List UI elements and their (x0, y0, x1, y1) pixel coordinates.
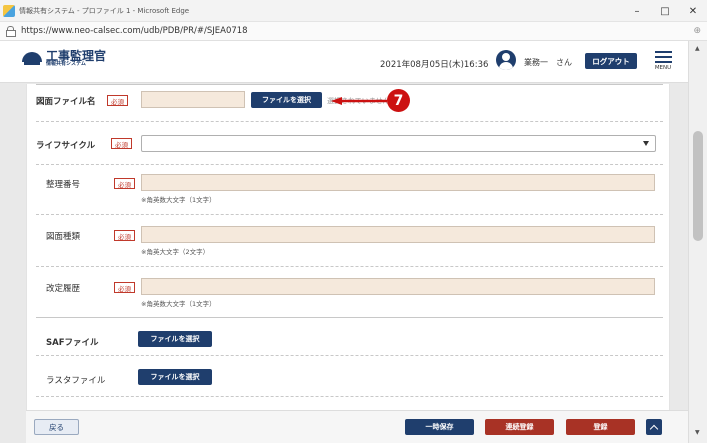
annotation-arrow-icon (331, 97, 387, 105)
lifecycle-label: ライフサイクル (36, 141, 96, 151)
drawing-type-field[interactable] (141, 226, 655, 243)
drawing-type-label: 図面種類 (46, 232, 81, 242)
back-button[interactable]: 戻る (34, 419, 79, 435)
saf-file-label: SAFファイル (46, 338, 99, 348)
drawing-file-name-field[interactable] (141, 91, 245, 108)
drawing-register-form: 図面ファイル名 必須 ファイルを選択 選択されていません ライフサイクル 必須 … (26, 84, 670, 410)
maximize-button[interactable]: □ (651, 0, 679, 22)
app-header: 工事監理官 情報共有システム 2021年08月05日(木)16:36 業務一 さ… (0, 41, 688, 83)
row-divider (36, 355, 663, 356)
close-button[interactable]: ✕ (679, 0, 707, 22)
lock-icon (6, 26, 16, 37)
raster-file-label: ラスタファイル (46, 376, 106, 386)
window-titlebar: 情報共有システム - プロファイル 1 - Microsoft Edge – □… (0, 0, 707, 22)
minimize-button[interactable]: – (623, 0, 651, 22)
drawing-file-select-button[interactable]: ファイルを選択 (251, 92, 322, 108)
scroll-thumb[interactable] (693, 131, 703, 241)
address-bar[interactable]: https://www.neo-calsec.com/udb/PDB/PR/#/… (0, 22, 707, 41)
scroll-up-icon[interactable]: ▲ (695, 45, 700, 52)
required-badge: 必須 (114, 230, 135, 241)
temp-save-button[interactable]: 一時保存 (405, 419, 474, 435)
continuous-register-button[interactable]: 連続登録 (485, 419, 554, 435)
required-badge: 必須 (107, 95, 128, 106)
ref-number-label: 整理番号 (46, 180, 81, 190)
section-divider (36, 317, 663, 318)
chevron-up-icon (649, 424, 659, 433)
chevron-down-icon (643, 141, 649, 146)
vertical-scrollbar[interactable]: ▲ ▼ (688, 41, 707, 443)
revision-label: 改定履歴 (46, 284, 81, 294)
window-title: 情報共有システム - プロファイル 1 - Microsoft Edge (19, 6, 190, 15)
logout-button[interactable]: ログアウト (585, 53, 637, 69)
url-text[interactable]: https://www.neo-calsec.com/udb/PDB/PR/#/… (21, 26, 248, 36)
form-top-border (36, 84, 663, 85)
hamburger-icon (654, 51, 672, 63)
row-divider (36, 396, 663, 397)
zoom-icon[interactable]: ⊕ (693, 26, 701, 36)
menu-button[interactable]: MENU (650, 50, 676, 76)
revision-hint: ※角英数大文字（1文字） (141, 300, 216, 308)
drawing-file-label: 図面ファイル名 (36, 97, 96, 107)
current-datetime: 2021年08月05日(木)16:36 (380, 60, 489, 70)
register-button[interactable]: 登録 (566, 419, 635, 435)
required-badge: 必須 (114, 178, 135, 189)
row-divider (36, 214, 663, 215)
annotation-number-badge: 7 (387, 89, 410, 112)
revision-field[interactable] (141, 278, 655, 295)
saf-file-select-button[interactable]: ファイルを選択 (138, 331, 212, 347)
row-divider (36, 164, 663, 165)
row-divider (36, 266, 663, 267)
ref-number-field[interactable] (141, 174, 655, 191)
scroll-down-icon[interactable]: ▼ (695, 429, 700, 436)
app-icon (3, 4, 15, 17)
window-controls: – □ ✕ (623, 0, 707, 22)
required-badge: 必須 (114, 282, 135, 293)
page-top-button[interactable] (646, 419, 662, 435)
row-divider (36, 121, 663, 122)
menu-label: MENU (654, 65, 672, 71)
required-badge: 必須 (111, 138, 132, 149)
raster-file-select-button[interactable]: ファイルを選択 (138, 369, 212, 385)
user-avatar-icon (496, 50, 516, 70)
user-name: 業務一 さん (524, 58, 572, 67)
ref-number-hint: ※角英数大文字（1文字） (141, 196, 216, 204)
drawing-type-hint: ※角英大文字（2文字） (141, 248, 210, 256)
bottom-action-bar: 戻る 一時保存 連続登録 登録 (26, 410, 688, 443)
logo-mark-icon (22, 51, 42, 66)
lifecycle-select[interactable] (141, 135, 656, 152)
app-logo[interactable]: 工事監理官 情報共有システム (22, 50, 106, 67)
